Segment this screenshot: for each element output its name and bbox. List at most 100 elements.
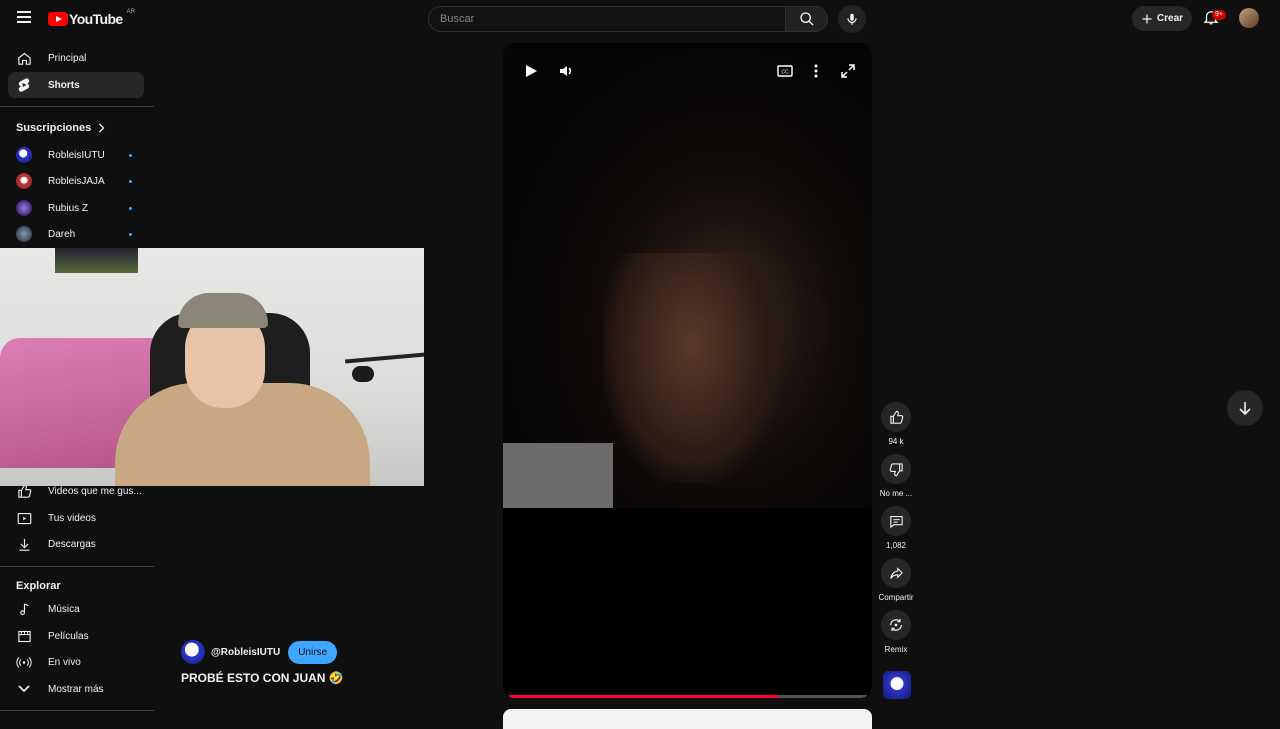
new-content-dot	[129, 207, 132, 210]
sidebar-item-shorts[interactable]: Shorts	[8, 72, 144, 98]
plus-icon	[1142, 14, 1152, 23]
fullscreen-icon	[841, 64, 855, 78]
new-content-dot	[129, 233, 132, 236]
channel-info: @RobleisIUTU Unirse	[181, 640, 338, 664]
sidebar-divider	[0, 710, 154, 711]
sidebar-divider	[0, 106, 154, 107]
notification-badge: 9+	[1212, 10, 1226, 20]
voice-search-button[interactable]	[838, 5, 866, 33]
sidebar-item-label: Tus videos	[48, 512, 96, 524]
account-avatar[interactable]	[1239, 8, 1259, 28]
share-icon	[889, 566, 903, 579]
sidebar-item-label: En vivo	[48, 656, 81, 668]
subscriptions-title: Suscripciones	[16, 122, 92, 134]
microphone	[352, 366, 374, 382]
like-count: 94 k	[888, 437, 904, 446]
sidebar-item-dareh[interactable]: Dareh	[8, 221, 144, 247]
channel-avatar	[16, 147, 32, 163]
arrow-down-icon	[1239, 402, 1251, 415]
svg-text:CC: CC	[781, 70, 789, 76]
more-vert-icon	[814, 64, 818, 78]
play-button[interactable]	[521, 61, 541, 81]
sidebar-item-label: Shorts	[48, 79, 80, 91]
play-icon	[526, 65, 537, 77]
menu-icon[interactable]	[14, 8, 34, 28]
video-icon	[17, 512, 31, 524]
sidebar-item-live[interactable]: En vivo	[8, 649, 144, 675]
channel-avatar	[16, 226, 32, 242]
sidebar-item-label: Rubius Z	[48, 202, 89, 214]
sidebar-item-label: Dareh	[48, 228, 76, 240]
sidebar-divider	[0, 566, 154, 567]
like-button[interactable]	[881, 402, 911, 432]
dislike-label: No me ...	[879, 489, 913, 498]
remix-icon	[890, 619, 902, 631]
video-frame	[503, 43, 872, 508]
progress-bar[interactable]	[509, 695, 867, 698]
webcam-overlay	[0, 248, 424, 486]
remix-label: Remix	[884, 645, 908, 654]
thumbs-down-icon	[889, 462, 903, 476]
comment-icon	[889, 515, 903, 528]
dislike-button[interactable]	[881, 454, 911, 484]
comment-count: 1,082	[885, 541, 907, 550]
comments-button[interactable]	[881, 506, 911, 536]
progress-fill	[509, 695, 778, 698]
sidebar-item-robleisjaja[interactable]: RobleisJAJA	[8, 168, 144, 194]
sidebar-item-downloads[interactable]: Descargas	[8, 531, 144, 557]
new-content-dot	[129, 180, 132, 183]
wall-poster	[55, 248, 138, 273]
chevron-right-icon	[99, 123, 105, 133]
search-input[interactable]	[428, 6, 786, 32]
new-content-dot	[129, 154, 132, 157]
top-bar: YouTube AR Crear 9+	[0, 0, 1280, 36]
create-button[interactable]: Crear	[1132, 6, 1192, 31]
explore-title: Explorar	[16, 580, 61, 592]
sound-source-avatar[interactable]	[883, 671, 911, 699]
sidebar-item-your-videos[interactable]: Tus videos	[8, 505, 144, 531]
sidebar-item-principal[interactable]: Principal	[8, 45, 144, 71]
thumbs-up-icon	[889, 410, 903, 424]
remix-button[interactable]	[881, 610, 911, 640]
chevron-down-icon	[18, 685, 30, 693]
jar-image	[603, 253, 783, 483]
sidebar-item-show-more[interactable]: Mostrar más	[8, 676, 144, 702]
sidebar-item-label: Música	[48, 603, 80, 615]
next-short-preview[interactable]	[503, 709, 872, 729]
sidebar-item-label: RobleisIUTU	[48, 149, 105, 161]
download-icon	[19, 538, 29, 551]
volume-icon	[560, 66, 572, 76]
search-icon	[799, 12, 813, 26]
sidebar-item-robleisiutu[interactable]: RobleisIUTU	[8, 142, 144, 168]
fullscreen-button[interactable]	[838, 61, 858, 81]
join-button[interactable]: Unirse	[288, 640, 338, 664]
short-title[interactable]: PROBÉ ESTO CON JUAN 🤣	[181, 671, 344, 685]
channel-avatar[interactable]	[181, 640, 205, 664]
channel-name[interactable]: @RobleisIUTU	[211, 647, 280, 658]
channel-avatar	[16, 200, 32, 216]
home-icon	[17, 52, 31, 65]
sidebar-item-rubius-z[interactable]: Rubius Z	[8, 195, 144, 221]
create-label: Crear	[1156, 13, 1184, 24]
channel-avatar	[16, 173, 32, 189]
mic-icon	[847, 13, 857, 25]
film-icon	[17, 630, 31, 642]
volume-button[interactable]	[556, 61, 576, 81]
sidebar-item-label: Películas	[48, 630, 89, 642]
subscriptions-header[interactable]: Suscripciones	[16, 122, 105, 134]
person-cap	[178, 293, 268, 328]
next-short-button[interactable]	[1227, 390, 1263, 426]
logo-text: YouTube	[69, 11, 123, 27]
sidebar-item-movies[interactable]: Películas	[8, 623, 144, 649]
shelf-image	[503, 443, 613, 508]
sidebar-item-label: Mostrar más	[48, 683, 104, 695]
share-label: Compartir	[878, 593, 914, 602]
short-player[interactable]: CC	[503, 43, 872, 698]
search-button[interactable]	[786, 6, 828, 32]
sidebar-item-label: Descargas	[48, 538, 96, 550]
share-button[interactable]	[881, 558, 911, 588]
captions-button[interactable]: CC	[775, 61, 795, 81]
sidebar-item-music[interactable]: Música	[8, 596, 144, 622]
youtube-logo[interactable]: YouTube AR	[48, 9, 135, 27]
more-options-button[interactable]	[806, 61, 826, 81]
